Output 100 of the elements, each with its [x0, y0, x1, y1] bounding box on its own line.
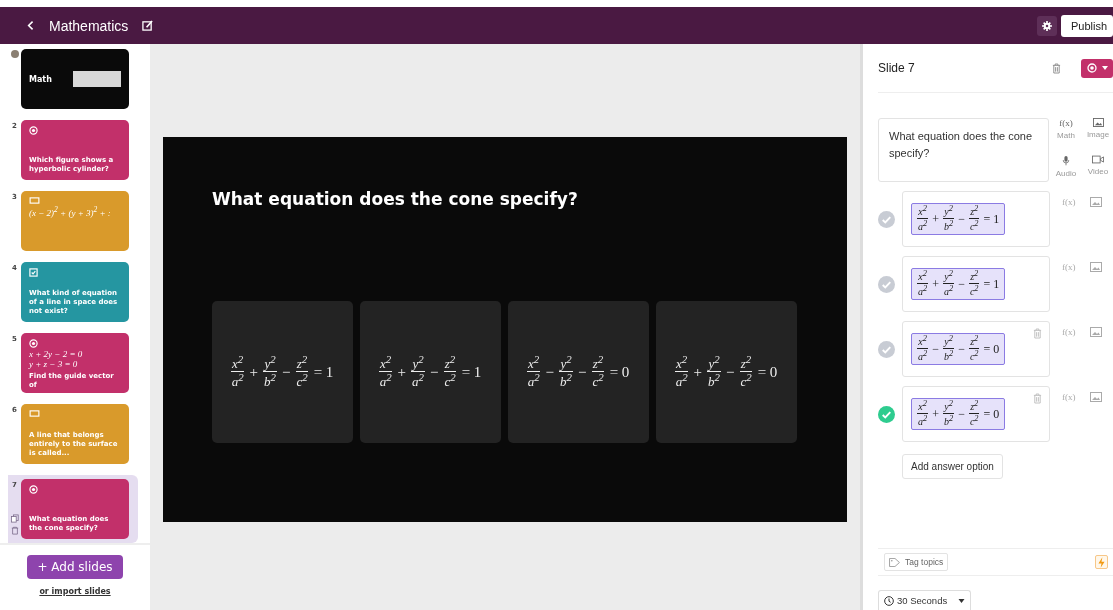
- fraction: x$^{2}$ a$^{2}$: [917, 335, 929, 363]
- formula-image-placeholder: [73, 71, 121, 87]
- fraction: y$^{2}$ a$^{2}$: [942, 270, 955, 298]
- math-operator: +: [932, 406, 939, 422]
- media-button[interactable]: f(x) Math: [1051, 118, 1081, 145]
- slide-title: Math: [29, 74, 53, 84]
- math-operator: −: [958, 406, 965, 422]
- media-label: Image: [1086, 130, 1110, 139]
- fraction: x$^{2}$ a$^{2}$: [230, 354, 245, 390]
- slide-formula: y + z − 3 = 0: [29, 359, 79, 370]
- edit-icon[interactable]: [142, 20, 154, 31]
- fraction: x$^{2}$ a$^{2}$: [378, 354, 393, 390]
- image-icon: [1092, 118, 1104, 127]
- fraction: z$^{2}$ c$^{2}$: [968, 270, 980, 298]
- radio-icon: [29, 339, 38, 348]
- question-type-dropdown[interactable]: [1081, 58, 1113, 78]
- trash-icon[interactable]: [1033, 328, 1042, 339]
- trash-icon[interactable]: [1052, 62, 1061, 74]
- microphone-icon: [1062, 154, 1070, 166]
- text-box-icon: [29, 197, 40, 204]
- image-icon[interactable]: [1089, 327, 1102, 337]
- fraction: y$^{2}$ a$^{2}$: [411, 354, 425, 390]
- fraction: y$^{2}$ b$^{2}$: [707, 354, 721, 390]
- fraction: x$^{2}$ a$^{2}$: [674, 354, 689, 390]
- check-icon[interactable]: [878, 210, 895, 228]
- fraction: z$^{2}$ c$^{2}$: [739, 354, 753, 390]
- fraction: z$^{2}$ c$^{2}$: [968, 400, 980, 428]
- image-icon[interactable]: [1089, 262, 1102, 272]
- image-icon[interactable]: [1089, 197, 1102, 207]
- math-operator: +: [693, 363, 703, 381]
- fraction: x$^{2}$ a$^{2}$: [917, 270, 929, 298]
- slide-thumbnail[interactable]: Math: [21, 49, 129, 109]
- math-operator: = 0: [983, 406, 1000, 422]
- math-operator: −: [958, 276, 965, 292]
- fraction: x$^{2}$ a$^{2}$: [526, 354, 541, 390]
- math-operator: −: [429, 363, 439, 381]
- radio-icon: [29, 485, 38, 494]
- timer-dropdown[interactable]: 30 Seconds: [878, 590, 971, 610]
- presentation-title: Mathematics: [49, 17, 129, 34]
- fraction: y$^{2}$ b$^{2}$: [942, 400, 955, 428]
- math-operator: −: [958, 341, 965, 357]
- math-operator: −: [932, 341, 939, 357]
- trash-icon[interactable]: [10, 526, 19, 535]
- slide-question: What equation does the cone specify?: [212, 189, 579, 209]
- fraction: z$^{2}$ c$^{2}$: [968, 205, 980, 233]
- fraction: y$^{2}$ b$^{2}$: [559, 354, 573, 390]
- slide-title: Slide 7: [878, 61, 916, 75]
- math-operator: +: [249, 363, 259, 381]
- media-label: Video: [1087, 166, 1109, 176]
- add-slides-button[interactable]: + Add slides: [27, 555, 123, 579]
- fraction: x$^{2}$ a$^{2}$: [917, 400, 929, 428]
- math-operator: = 0: [757, 363, 778, 381]
- radio-icon: [1086, 63, 1097, 73]
- caret-icon: [958, 598, 965, 603]
- video-camera-icon: [1092, 154, 1104, 164]
- math-operator: = 1: [983, 276, 1000, 292]
- publish-button[interactable]: Publish: [1060, 14, 1113, 37]
- trash-icon[interactable]: [1033, 393, 1042, 404]
- fraction: y$^{2}$ b$^{2}$: [942, 335, 955, 363]
- math-operator: −: [725, 363, 735, 381]
- settings-icon: [1041, 20, 1052, 31]
- slide-formula: (x − 2)$^{2}$ + (y + 3)$^{2}$ + :: [29, 206, 112, 219]
- add-answer-button[interactable]: Add answer option: [902, 454, 1003, 479]
- fraction: z$^{2}$ c$^{2}$: [295, 354, 309, 390]
- fraction: z$^{2}$ c$^{2}$: [591, 354, 605, 390]
- math-operator: −: [577, 363, 587, 381]
- fraction: z$^{2}$ c$^{2}$: [968, 335, 980, 363]
- slide-formula: x + 2y − 2 = 0: [29, 350, 84, 360]
- fraction: x$^{2}$ a$^{2}$: [917, 205, 929, 233]
- math-operator: −: [281, 363, 291, 381]
- check-icon[interactable]: [878, 275, 895, 293]
- media-label: Audio: [1055, 168, 1077, 178]
- copy-icon[interactable]: [10, 514, 19, 523]
- math-operator: +: [397, 363, 407, 381]
- user-icon: [10, 50, 19, 58]
- question-field[interactable]: What equation does the cone specify?: [878, 118, 1049, 182]
- caret-icon: [1101, 66, 1108, 70]
- lightning-button[interactable]: [1095, 555, 1108, 569]
- math-operator: −: [958, 211, 965, 227]
- text-box-icon: [29, 410, 40, 417]
- check-icon[interactable]: [878, 340, 895, 358]
- math-operator: = 1: [983, 211, 1000, 227]
- clock-icon: [884, 595, 894, 606]
- correct-check-icon[interactable]: [878, 405, 895, 423]
- checkbox-icon: [29, 268, 38, 277]
- settings-button[interactable]: [1036, 15, 1057, 36]
- math-operator: = 0: [609, 363, 630, 381]
- math-operator: = 0: [983, 341, 1000, 357]
- radio-icon: [29, 126, 38, 135]
- math-operator: = 1: [461, 363, 482, 381]
- math-operator: −: [545, 363, 555, 381]
- fraction: z$^{2}$ c$^{2}$: [443, 354, 457, 390]
- back-icon[interactable]: [27, 20, 35, 31]
- lightning-icon: [1098, 556, 1105, 568]
- math-operator: = 1: [313, 363, 334, 381]
- tag-topics-button[interactable]: Tag topics: [884, 553, 949, 571]
- math-operator: +: [932, 276, 939, 292]
- image-icon[interactable]: [1089, 392, 1102, 402]
- import-slides-link[interactable]: or import slides: [39, 587, 111, 596]
- media-label: Math: [1057, 131, 1075, 140]
